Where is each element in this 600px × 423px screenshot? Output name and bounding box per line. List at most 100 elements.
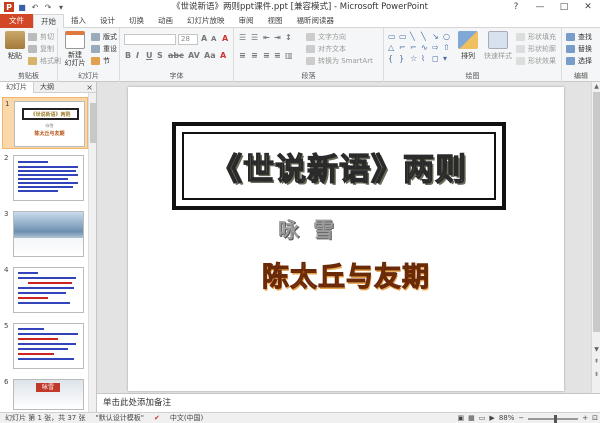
zoom-in-icon[interactable]: +	[582, 413, 588, 423]
zoom-out-icon[interactable]: −	[518, 413, 524, 423]
smartart-button[interactable]: 转换为 SmartArt	[306, 56, 373, 66]
numbering-icon[interactable]: ☰	[251, 33, 258, 42]
tab-design[interactable]: 设计	[93, 14, 122, 28]
title-frame[interactable]: 《世说新语》两则	[172, 122, 506, 210]
callout-shape-icon[interactable]: ◻	[432, 54, 442, 64]
select-button[interactable]: 选择	[566, 56, 592, 66]
text-direction-button[interactable]: 文字方向	[306, 32, 346, 42]
slides-panel-scrollbar[interactable]	[88, 93, 96, 412]
scroll-up-icon[interactable]: ▲	[592, 83, 600, 90]
bullets-icon[interactable]: ☰	[239, 33, 246, 42]
tab-review[interactable]: 审阅	[232, 14, 261, 28]
align-right-icon[interactable]: ≡	[263, 51, 270, 60]
align-left-icon[interactable]: ≡	[239, 51, 246, 60]
fit-to-window-icon[interactable]: ⊡	[592, 413, 598, 423]
cut-button[interactable]: 剪切	[28, 32, 54, 42]
minimize-button[interactable]: —	[528, 0, 552, 14]
reading-view-icon[interactable]: ▭	[479, 413, 486, 423]
scrollbar-thumb[interactable]	[593, 92, 600, 332]
align-center-icon[interactable]: ≡	[251, 51, 258, 60]
undo-icon[interactable]: ↶	[30, 2, 40, 12]
arrow-shape-icon[interactable]: ↘	[432, 32, 442, 42]
replace-button[interactable]: 替换	[566, 44, 592, 54]
paste-button[interactable]: 粘贴	[2, 31, 28, 61]
shrink-font-icon[interactable]: A	[211, 35, 216, 43]
change-case-icon[interactable]: Aa	[204, 51, 216, 60]
shadow-icon[interactable]: S	[157, 51, 163, 60]
slide-thumbnail[interactable]: 6 咏雪	[2, 376, 88, 410]
increase-indent-icon[interactable]: ⇥	[274, 33, 281, 42]
line-shape-icon[interactable]: ╲	[410, 32, 420, 42]
help-button[interactable]: ?	[504, 0, 528, 14]
triangle-shape-icon[interactable]: △	[388, 43, 398, 53]
close-button[interactable]: ✕	[576, 0, 600, 14]
align-text-button[interactable]: 对齐文本	[306, 44, 346, 54]
tab-foxit[interactable]: 福昕阅读器	[290, 14, 342, 28]
next-slide-icon[interactable]: ⇟	[592, 371, 600, 378]
tab-view[interactable]: 视图	[261, 14, 290, 28]
strikethrough-icon[interactable]: abc	[168, 51, 184, 60]
bold-icon[interactable]: B	[125, 51, 131, 60]
slide-thumbnail[interactable]: 5	[2, 320, 88, 372]
more-shapes-icon[interactable]: ▾	[443, 54, 453, 64]
slideshow-view-icon[interactable]: ▶	[489, 413, 494, 423]
slide-vertical-scrollbar[interactable]: ▲ ▼ ⇞ ⇟	[591, 82, 600, 393]
customize-quick-access-icon[interactable]: ▾	[56, 2, 66, 12]
tab-file[interactable]: 文件	[0, 13, 33, 28]
tab-home[interactable]: 开始	[33, 13, 64, 29]
columns-icon[interactable]: ▥	[285, 51, 293, 60]
connector-shape-icon[interactable]: ⌐	[399, 43, 409, 53]
tab-slides[interactable]: 幻灯片	[0, 81, 34, 93]
copy-button[interactable]: 复制	[28, 44, 54, 54]
line-shape-icon[interactable]: ╲	[421, 32, 431, 42]
slide-subtitle[interactable]: 陈太丘与友期	[128, 255, 564, 294]
tab-insert[interactable]: 插入	[64, 14, 93, 28]
shape-effects-button[interactable]: 形状效果	[516, 56, 556, 66]
line-spacing-icon[interactable]: ↕	[285, 33, 292, 42]
find-button[interactable]: 查找	[566, 32, 592, 42]
notes-pane[interactable]: 单击此处添加备注	[97, 393, 600, 412]
reset-button[interactable]: 重设	[91, 44, 117, 54]
redo-icon[interactable]: ↷	[43, 2, 53, 12]
char-spacing-icon[interactable]: AV	[188, 51, 200, 60]
shapes-gallery[interactable]: ▭ ▭ ╲ ╲ ↘ ○ △ ⌐ ⌐ ∿ ⇨ ⇧ {} ☆ ⌇ ◻ ▾	[388, 32, 452, 64]
star-shape-icon[interactable]: ☆	[410, 54, 420, 64]
theme-status[interactable]: "默认设计模板"	[91, 413, 149, 423]
shape-outline-button[interactable]: 形状轮廓	[516, 44, 556, 54]
tab-slideshow[interactable]: 幻灯片放映	[180, 14, 232, 28]
arrange-button[interactable]: 排列	[456, 31, 480, 61]
scroll-down-icon[interactable]: ▼	[592, 346, 600, 353]
slide-sorter-icon[interactable]: ▦	[468, 413, 475, 423]
grow-font-icon[interactable]: A	[201, 34, 207, 43]
oval-shape-icon[interactable]: ○	[443, 32, 453, 42]
save-icon[interactable]: ■	[17, 2, 27, 12]
language-status[interactable]: 中文(中国)	[165, 413, 208, 423]
slide-thumbnail[interactable]: 1 《世说新语》两则 咏雪 陈太丘与友期	[2, 97, 88, 149]
slide-thumbnail[interactable]: 3	[2, 208, 88, 260]
current-slide[interactable]: 《世说新语》两则 咏雪 陈太丘与友期	[128, 87, 564, 391]
section-button[interactable]: 节	[91, 56, 110, 66]
font-name-combo[interactable]	[124, 34, 176, 45]
font-size-combo[interactable]: 28	[178, 34, 198, 45]
zoom-slider-knob[interactable]	[554, 414, 558, 423]
maximize-button[interactable]: □	[552, 0, 576, 14]
italic-icon[interactable]: I	[136, 51, 139, 60]
shape-fill-button[interactable]: 形状填充	[516, 32, 556, 42]
brace-shape-icon[interactable]: }	[399, 54, 409, 64]
font-color-icon[interactable]: A	[220, 51, 226, 60]
slide-thumbnail[interactable]: 2	[2, 152, 88, 204]
tab-transitions[interactable]: 切换	[122, 14, 151, 28]
arrow-shape-icon[interactable]: ⇨	[432, 43, 442, 53]
normal-view-icon[interactable]: ▣	[458, 413, 465, 423]
brace-shape-icon[interactable]: {	[388, 54, 398, 64]
justify-icon[interactable]: ≡	[274, 51, 281, 60]
decrease-indent-icon[interactable]: ⇤	[263, 33, 270, 42]
layout-button[interactable]: 版式	[91, 32, 117, 42]
zoom-slider[interactable]	[528, 414, 579, 423]
curve-shape-icon[interactable]: ∿	[421, 43, 431, 53]
quick-styles-button[interactable]: 快速样式	[482, 31, 514, 61]
underline-icon[interactable]: U	[146, 51, 153, 60]
format-painter-button[interactable]: 格式刷	[28, 56, 61, 66]
slide-genre-text[interactable]: 咏雪	[278, 214, 348, 244]
arrow-shape-icon[interactable]: ⇧	[443, 43, 453, 53]
